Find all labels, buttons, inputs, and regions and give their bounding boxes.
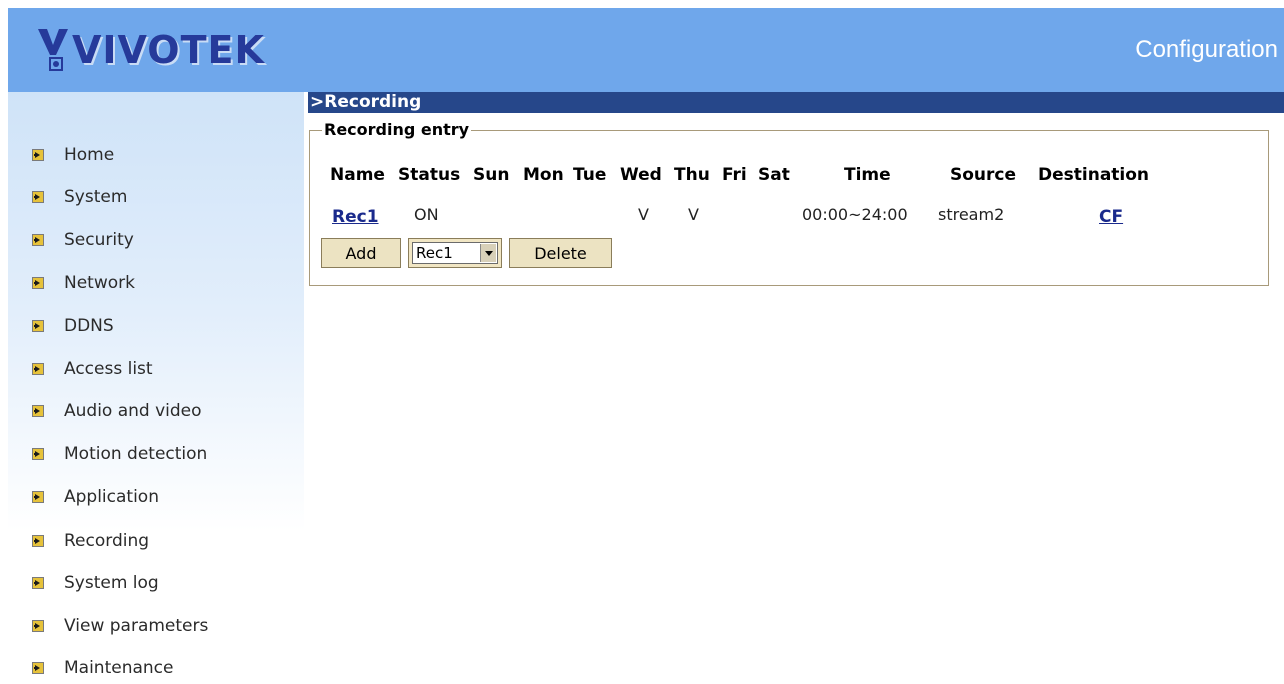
recording-select-field: Rec1 — [412, 242, 498, 264]
recording-status: ON — [414, 205, 439, 224]
arrow-right-icon — [32, 535, 44, 547]
sidebar-item-label: Audio and video — [64, 401, 202, 421]
delete-button[interactable]: Delete — [509, 238, 612, 268]
sidebar-item-system[interactable]: System — [32, 184, 127, 210]
column-header-source: Source — [950, 165, 1017, 185]
sidebar-item-label: Access list — [64, 359, 153, 379]
recording-thu-mark: V — [688, 205, 699, 224]
sidebar-item-view-parameters[interactable]: View parameters — [32, 613, 208, 639]
sidebar-item-application[interactable]: Application — [32, 484, 159, 510]
sidebar-item-maintenance[interactable]: Maintenance — [32, 655, 173, 681]
recording-name-link[interactable]: Rec1 — [332, 206, 379, 228]
vivotek-logo: VIVOTEK — [36, 22, 265, 78]
arrow-right-icon — [32, 620, 44, 632]
arrow-right-icon — [32, 234, 44, 246]
column-header-thu: Thu — [674, 165, 710, 185]
sidebar-item-label: Application — [64, 487, 159, 507]
column-header-name: Name — [330, 165, 385, 185]
logo-mark-icon — [36, 25, 70, 75]
add-button[interactable]: Add — [321, 238, 401, 268]
sidebar-item-network[interactable]: Network — [32, 270, 135, 296]
sidebar-item-label: Motion detection — [64, 444, 208, 464]
header-title: Configuration — [1135, 36, 1278, 63]
arrow-right-icon — [32, 491, 44, 503]
arrow-right-icon — [32, 320, 44, 332]
arrow-right-icon — [32, 405, 44, 417]
arrow-right-icon — [32, 149, 44, 161]
section-header-bar: >Recording — [308, 92, 1284, 113]
chevron-down-icon — [480, 244, 496, 262]
logo-text: VIVOTEK — [72, 28, 265, 72]
sidebar-item-label: System — [64, 187, 128, 207]
recording-entry-legend: Recording entry — [322, 120, 472, 140]
arrow-right-icon — [32, 662, 44, 674]
column-header-tue: Tue — [573, 165, 607, 185]
recording-select[interactable]: Rec1 — [408, 238, 502, 268]
recording-destination-link[interactable]: CF — [1099, 206, 1123, 228]
sidebar-item-access-list[interactable]: Access list — [32, 356, 153, 382]
recording-select-value: Rec1 — [416, 244, 453, 262]
column-header-mon: Mon — [523, 165, 564, 185]
sidebar-item-system-log[interactable]: System log — [32, 570, 159, 596]
column-header-wed: Wed — [620, 165, 662, 185]
arrow-right-icon — [32, 577, 44, 589]
column-header-fri: Fri — [722, 165, 747, 185]
recording-time: 00:00~24:00 — [802, 205, 908, 224]
sidebar-item-security[interactable]: Security — [32, 227, 134, 253]
recording-source: stream2 — [938, 205, 1005, 224]
sidebar-item-label: Network — [64, 273, 135, 293]
sidebar-item-label: View parameters — [64, 616, 209, 636]
sidebar: Home System Security Network DDNS Access… — [8, 92, 304, 684]
column-header-time: Time — [844, 165, 891, 185]
column-header-destination: Destination — [1038, 165, 1150, 185]
sidebar-item-label: Maintenance — [64, 658, 174, 678]
sidebar-item-label: System log — [64, 573, 159, 593]
recording-wed-mark: V — [638, 205, 649, 224]
section-title: >Recording — [310, 92, 422, 112]
column-header-sat: Sat — [758, 165, 790, 185]
column-header-status: Status — [398, 165, 461, 185]
sidebar-item-label: Home — [64, 145, 115, 165]
arrow-right-icon — [32, 448, 44, 460]
arrow-right-icon — [32, 363, 44, 375]
sidebar-item-ddns[interactable]: DDNS — [32, 313, 114, 339]
sidebar-item-home[interactable]: Home — [32, 142, 114, 168]
arrow-right-icon — [32, 277, 44, 289]
sidebar-item-label: Security — [64, 230, 134, 250]
arrow-right-icon — [32, 191, 44, 203]
sidebar-item-label: DDNS — [64, 316, 114, 336]
header: VIVOTEK Configuration — [8, 8, 1284, 92]
sidebar-item-motion-detection[interactable]: Motion detection — [32, 441, 207, 467]
column-header-sun: Sun — [473, 165, 510, 185]
sidebar-item-recording[interactable]: Recording — [32, 528, 149, 554]
sidebar-item-label: Recording — [64, 531, 150, 551]
sidebar-item-audio-and-video[interactable]: Audio and video — [32, 398, 202, 424]
